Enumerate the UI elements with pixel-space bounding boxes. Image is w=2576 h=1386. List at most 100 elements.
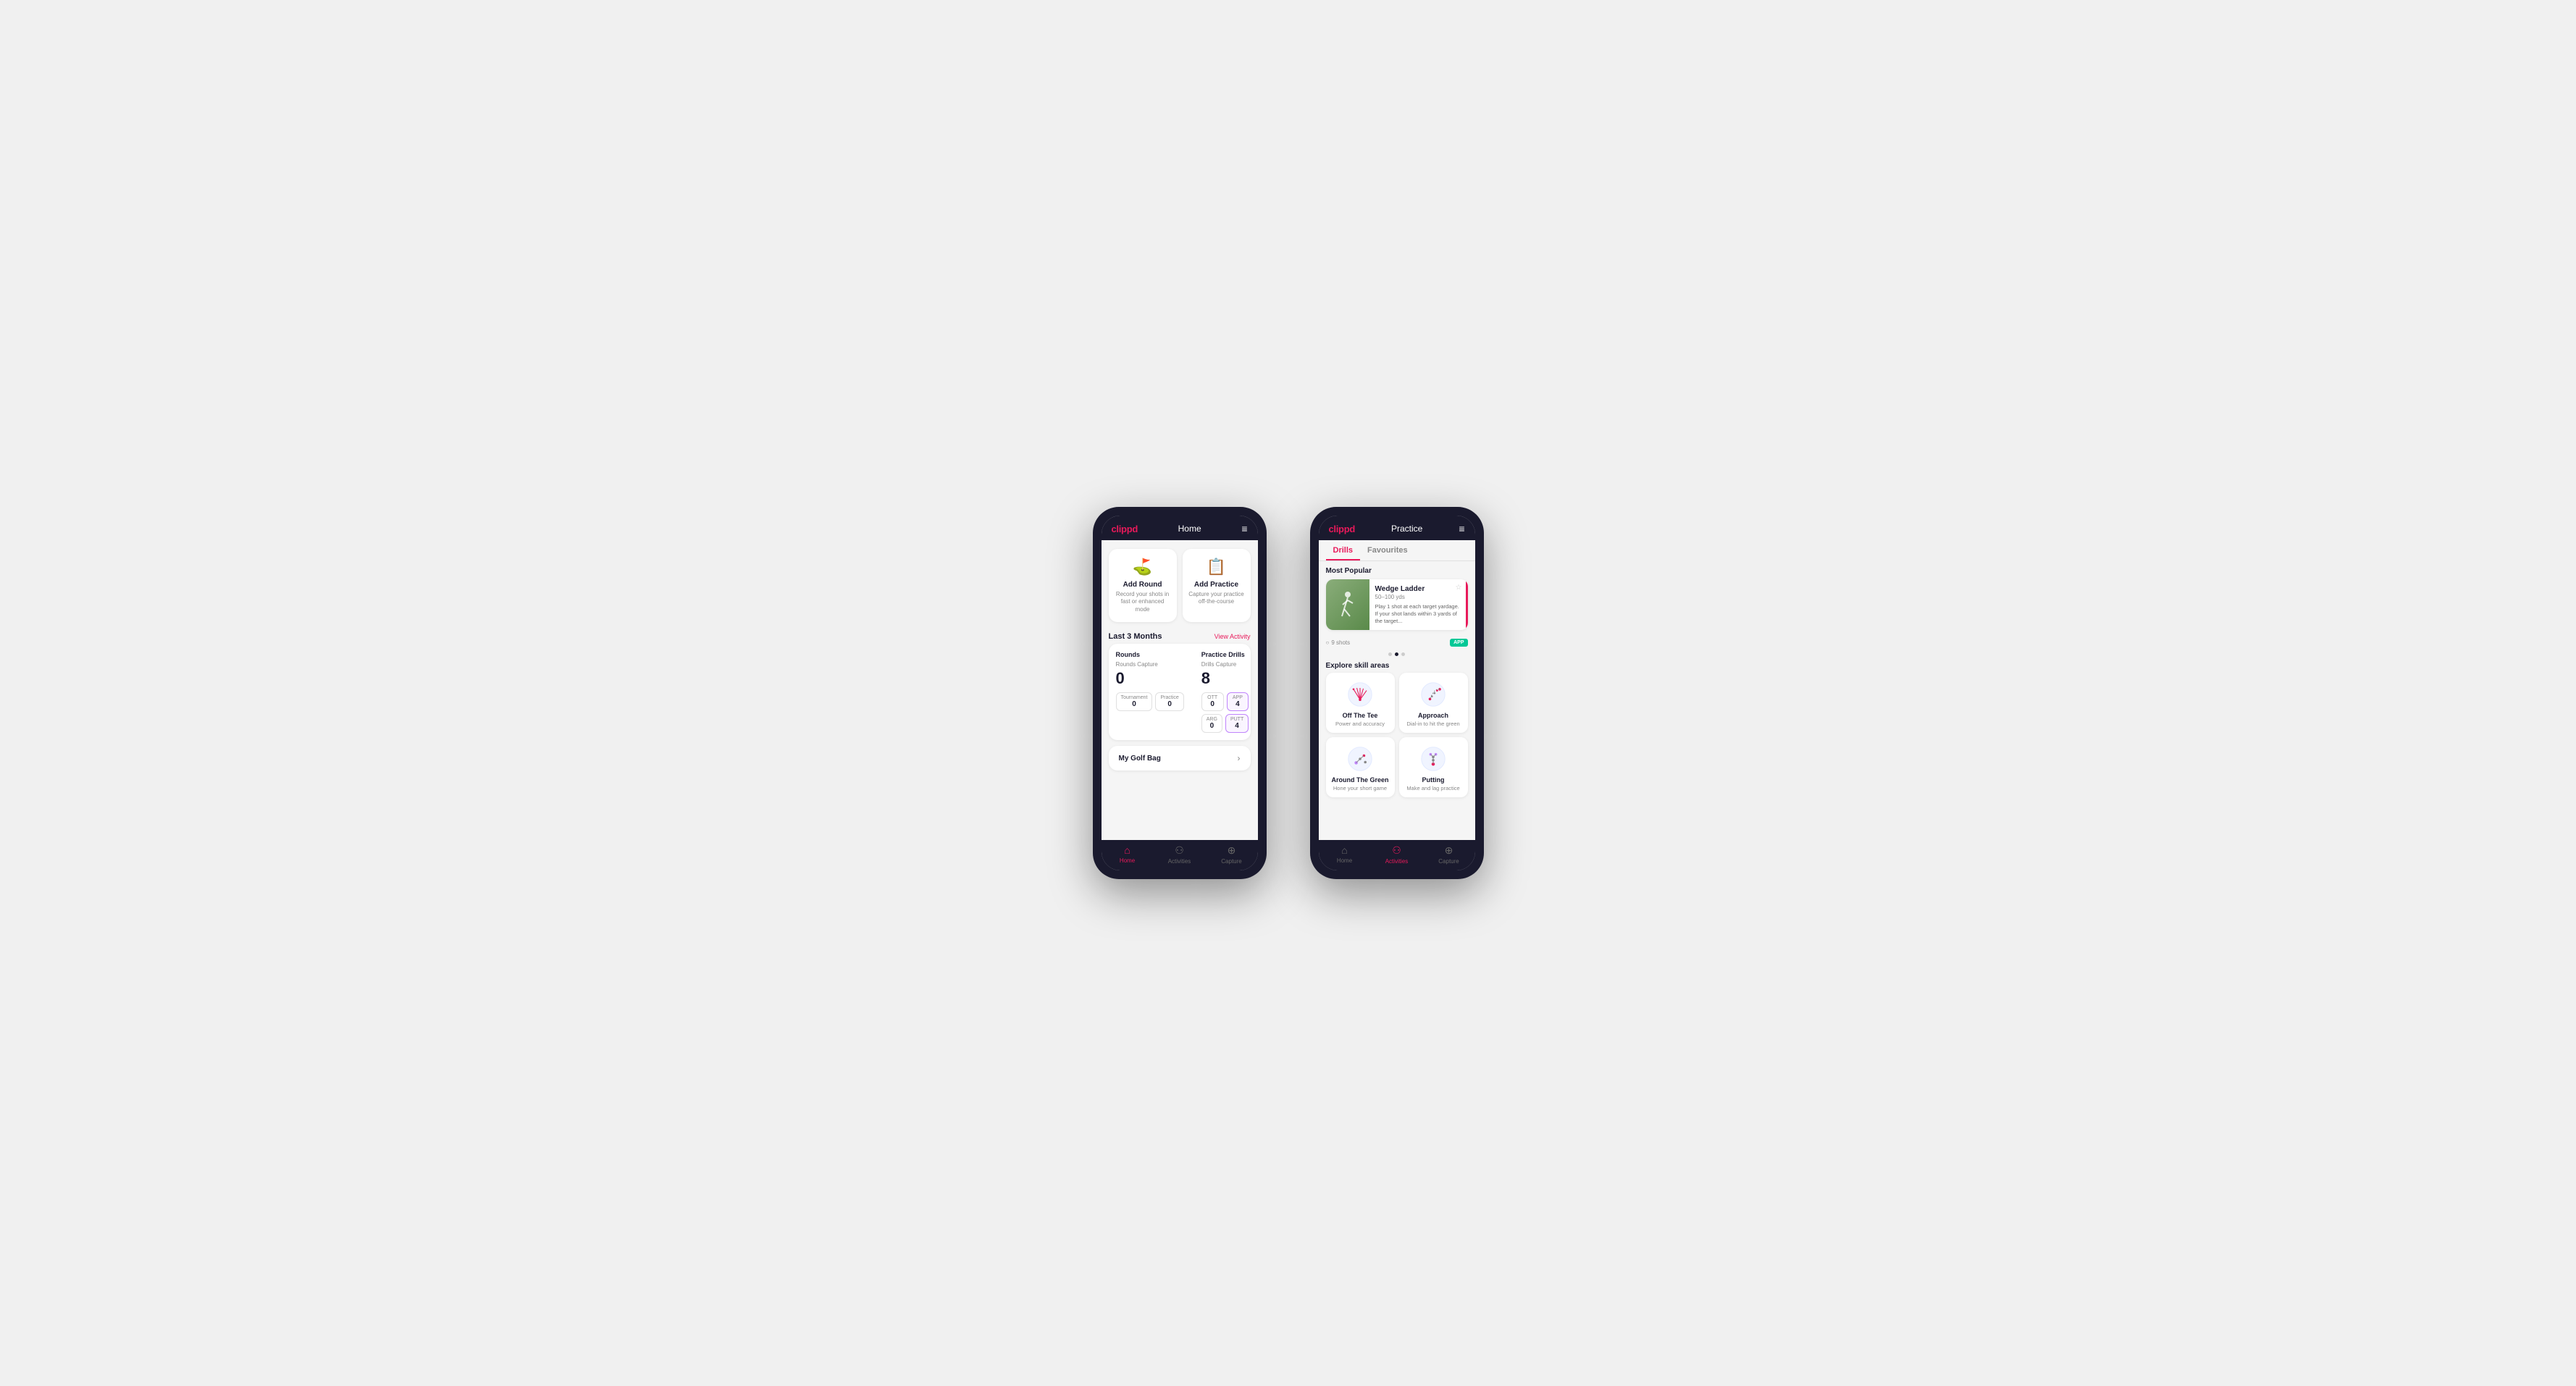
add-practice-icon: 📋 (1188, 558, 1245, 576)
phone-practice: clippd Practice ≡ Drills Favourites Most… (1310, 507, 1484, 879)
ott-label: OTT (1207, 695, 1219, 700)
explore-title: Explore skill areas (1319, 659, 1475, 673)
bottom-nav-practice: ⌂ Home ⚇ Activities ⊕ Capture (1319, 840, 1475, 870)
nav-activities[interactable]: ⚇ Activities (1154, 844, 1206, 865)
nav-capture[interactable]: ⊕ Capture (1206, 844, 1258, 865)
arg-label: ARG (1207, 717, 1217, 722)
nav-capture-2[interactable]: ⊕ Capture (1423, 844, 1475, 865)
practice-value: 0 (1160, 700, 1178, 708)
add-practice-desc: Capture your practice off-the-course (1188, 591, 1245, 606)
app-label: APP (1232, 695, 1244, 700)
home-icon: ⌂ (1124, 844, 1130, 856)
golf-bag-label: My Golf Bag (1119, 755, 1161, 763)
dot-2 (1395, 652, 1398, 656)
approach-desc: Dial-in to hit the green (1405, 721, 1462, 727)
skill-card-around-the-green[interactable]: Around The Green Hone your short game (1326, 737, 1395, 797)
chevron-right-icon: › (1238, 753, 1241, 763)
drills-sub-stats: OTT 0 APP 4 (1201, 692, 1249, 711)
tournament-value: 0 (1121, 700, 1148, 708)
drill-card-body: ☆ Wedge Ladder 50–100 yds Play 1 shot at… (1369, 579, 1468, 630)
drills-sub-stats-2: ARG 0 PUTT 4 (1201, 714, 1249, 733)
drill-thumbnail (1326, 579, 1369, 630)
putting-desc: Make and lag practice (1405, 785, 1462, 791)
off-the-tee-name: Off The Tee (1332, 712, 1389, 719)
action-cards-row: ⛳ Add Round Record your shots in fast or… (1102, 540, 1258, 628)
topbar-title-2: Practice (1391, 524, 1422, 534)
star-icon[interactable]: ☆ (1456, 584, 1462, 592)
ott-box: OTT 0 (1201, 692, 1224, 711)
drill-desc: Play 1 shot at each target yardage. If y… (1375, 603, 1462, 624)
activities-icon: ⚇ (1175, 844, 1184, 857)
rounds-sub-stats: Tournament 0 Practice 0 (1116, 692, 1184, 711)
putting-icon (1420, 746, 1446, 772)
atg-icon-area (1332, 744, 1389, 773)
off-the-tee-desc: Power and accuracy (1332, 721, 1389, 727)
app-value: 4 (1232, 700, 1244, 708)
home-icon-2: ⌂ (1341, 844, 1347, 856)
phone-home: clippd Home ≡ ⛳ Add Round Record your sh… (1093, 507, 1267, 879)
drill-card-wedge[interactable]: ☆ Wedge Ladder 50–100 yds Play 1 shot at… (1326, 579, 1468, 630)
ott-value: 0 (1207, 700, 1219, 708)
drill-yardage: 50–100 yds (1375, 594, 1462, 600)
skill-card-approach[interactable]: Approach Dial-in to hit the green (1399, 673, 1468, 733)
practice-scroll: Most Popular (1319, 561, 1475, 840)
topbar-practice: clippd Practice ≡ (1319, 516, 1475, 540)
atg-icon (1347, 746, 1373, 772)
dot-indicators (1319, 650, 1475, 659)
nav-activities-2[interactable]: ⚇ Activities (1371, 844, 1423, 865)
rounds-label: Rounds (1116, 651, 1184, 658)
add-round-card[interactable]: ⛳ Add Round Record your shots in fast or… (1109, 549, 1177, 622)
skill-grid: Off The Tee Power and accuracy (1319, 673, 1475, 803)
putt-box: PUTT 4 (1225, 714, 1249, 733)
nav-home-label: Home (1120, 857, 1135, 864)
golf-bag-row[interactable]: My Golf Bag › (1109, 746, 1251, 770)
approach-name: Approach (1405, 712, 1462, 719)
stats-card: Rounds Rounds Capture 0 Tournament 0 Pra… (1109, 644, 1251, 740)
bottom-nav-home: ⌂ Home ⚇ Activities ⊕ Capture (1102, 840, 1258, 870)
drills-count: 8 (1201, 669, 1249, 688)
nav-home-2[interactable]: ⌂ Home (1319, 844, 1371, 865)
app-badge: APP (1450, 639, 1467, 647)
nav-home[interactable]: ⌂ Home (1102, 844, 1154, 865)
practice-box: Practice 0 (1155, 692, 1183, 711)
tab-drills[interactable]: Drills (1326, 540, 1361, 560)
skill-card-putting[interactable]: Putting Make and lag practice (1399, 737, 1468, 797)
approach-icon-area (1405, 680, 1462, 709)
add-practice-card[interactable]: 📋 Add Practice Capture your practice off… (1183, 549, 1251, 622)
rounds-section: Rounds Rounds Capture 0 Tournament 0 Pra… (1116, 651, 1184, 733)
arg-value: 0 (1207, 722, 1217, 730)
menu-icon[interactable]: ≡ (1241, 523, 1247, 534)
off-the-tee-icon (1347, 681, 1373, 707)
atg-desc: Hone your short game (1332, 785, 1389, 791)
rounds-count: 0 (1116, 669, 1184, 688)
rounds-capture-label: Rounds Capture (1116, 661, 1184, 668)
capture-icon-2: ⊕ (1445, 844, 1453, 857)
putt-value: 4 (1230, 722, 1243, 730)
drills-capture-label: Drills Capture (1201, 661, 1249, 668)
most-popular-label: Most Popular (1319, 561, 1475, 579)
add-round-title: Add Round (1115, 581, 1171, 589)
nav-activities-label: Activities (1168, 858, 1191, 865)
arg-box: ARG 0 (1201, 714, 1222, 733)
nav-home-label-2: Home (1337, 857, 1352, 864)
topbar-title: Home (1178, 524, 1201, 534)
dot-1 (1388, 652, 1392, 656)
dot-3 (1401, 652, 1405, 656)
nav-capture-label-2: Capture (1438, 858, 1459, 865)
home-scroll: ⛳ Add Round Record your shots in fast or… (1102, 540, 1258, 840)
practice-label: Practice (1160, 695, 1178, 700)
last3months-title: Last 3 Months (1109, 632, 1162, 641)
putt-label: PUTT (1230, 717, 1243, 722)
menu-icon-2[interactable]: ≡ (1459, 523, 1464, 534)
view-activity-link[interactable]: View Activity (1214, 633, 1251, 640)
atg-name: Around The Green (1332, 776, 1389, 784)
skill-card-off-the-tee[interactable]: Off The Tee Power and accuracy (1326, 673, 1395, 733)
add-practice-title: Add Practice (1188, 581, 1245, 589)
drill-footer: ○ 9 shots APP (1319, 636, 1475, 650)
approach-icon (1420, 681, 1446, 707)
shots-label: ○ 9 shots (1326, 639, 1351, 646)
drill-image (1326, 579, 1369, 630)
shots-count: 9 shots (1331, 639, 1350, 646)
add-round-icon: ⛳ (1115, 558, 1171, 576)
tab-favourites[interactable]: Favourites (1360, 540, 1415, 560)
